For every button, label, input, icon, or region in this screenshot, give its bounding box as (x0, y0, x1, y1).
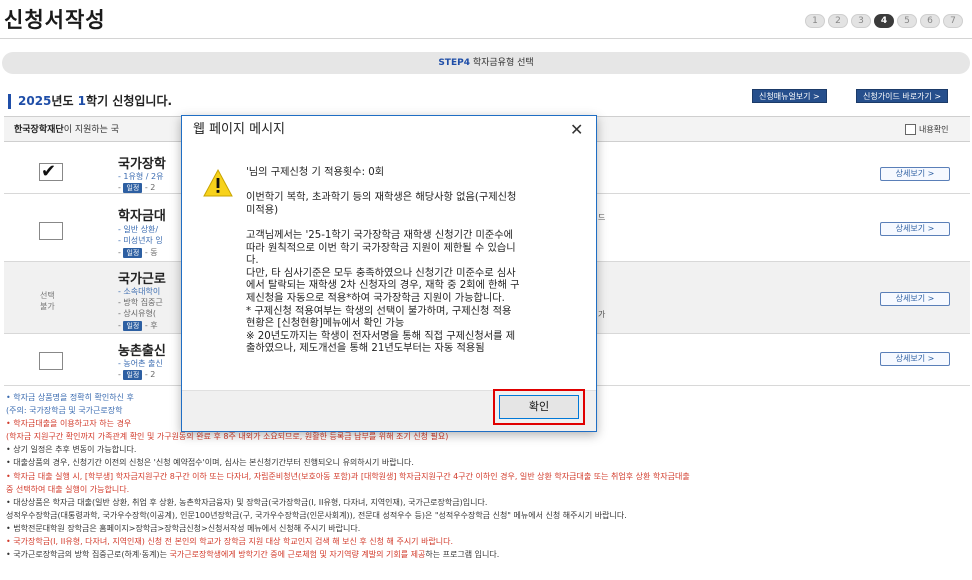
step-label: STEP4 (438, 58, 470, 68)
product-checkbox[interactable] (39, 222, 63, 240)
notice-text: 이 지원하는 국 (63, 125, 120, 135)
note-item: • 대출상품의 경우, 신청기간 이전의 신청은 '신청 예약접수'이며, 심사… (6, 458, 414, 468)
checkmark-icon: ✔ (41, 161, 57, 182)
product-desc: - 1유형 / 2유 (118, 172, 164, 181)
detail-button[interactable]: 상세보기 > (880, 222, 950, 236)
note-item: • 대상상품은 학자금 대출(일반 상환, 취업 후 상환, 농촌학자금융자) … (6, 497, 488, 507)
product-schedule: - 일정 - 동 (118, 248, 158, 258)
step-3: 3 (851, 14, 871, 28)
product-checkbox[interactable] (39, 352, 63, 370)
product-desc: - 상시유형( (118, 309, 156, 318)
note-item: 중 선택하여 대출 실행이 가능합니다. (6, 484, 130, 494)
page-title: 신청서작성 (4, 8, 106, 32)
note-item: • 학자금 대출 실행 시, [학부생] 학자금지원구간 8구간 이하 또는 다… (6, 471, 690, 481)
not-selectable-text: 선택 (40, 291, 55, 300)
warning-icon (203, 168, 233, 197)
step-4: 4 (874, 14, 894, 28)
note-item: • 국가장학금(I, II유형, 다자녀, 지역인재) 신청 전 본인의 학교가… (6, 537, 454, 547)
product-desc: - 2 (144, 370, 156, 379)
semester-heading: 2025년도 1학기 신청입니다. (8, 94, 172, 109)
guide-button[interactable]: 신청가이드 바로가기 > (856, 89, 949, 103)
product-schedule: - 일정 - 2 (118, 370, 156, 380)
note-text: 하는 프로그램 입니다. (425, 550, 500, 560)
product-title: 농촌출신 (118, 344, 166, 359)
schedule-tag: 일정 (123, 321, 143, 331)
confirm-read-checkbox[interactable]: 내용확인 (905, 124, 948, 135)
product-desc: - 방학 집중근 (118, 298, 163, 307)
product-desc: - 농어촌 출신 (118, 359, 163, 368)
product-desc: - 소속대학이 (118, 287, 161, 296)
step-bar: STEP4 학자금유형 선택 (2, 52, 970, 74)
ok-button[interactable]: 확인 (499, 395, 579, 419)
note-item: (학자금 지원구간 확인까지 가족관계 확인 및 가구원동의 완료 후 8주 내… (6, 432, 449, 442)
detail-button[interactable]: 상세보기 > (880, 292, 950, 306)
note-item: • 법학전문대학원 장학금은 홈페이지>장학금>장학금신청>신청서작성 메뉴에서… (6, 523, 361, 533)
checkbox-icon[interactable] (905, 124, 916, 135)
product-schedule: - 일정 - 후 (118, 321, 158, 331)
not-selectable-label: 선택불가 (40, 290, 55, 312)
step-7: 7 (943, 14, 963, 28)
schedule-tag: 일정 (123, 183, 143, 193)
close-icon[interactable]: ✕ (570, 120, 583, 140)
schedule-tag: 일정 (123, 370, 143, 380)
semester-term: 1 (77, 94, 87, 108)
step-bar-text: 학자금유형 선택 (469, 58, 534, 68)
note-text: • 국가근로장학금의 방학 집중근로(하계·동계)는 (6, 550, 170, 560)
notice-org: 한국장학재단 (14, 125, 64, 135)
product-schedule: - 일정 - 2 (118, 183, 156, 193)
dialog-message: '님의 구제신청 기 적용횟수: 0회 이번학기 복학, 초과학기 등의 재학생… (246, 167, 520, 355)
manual-button[interactable]: 신청매뉴얼보기 > (752, 89, 827, 103)
schedule-tag: 일정 (123, 248, 143, 258)
note-item: • 상기 일정은 추후 변동이 가능합니다. (6, 445, 137, 455)
product-desc: - 일반 상환/ (118, 225, 159, 234)
product-title: 국가장학 (118, 157, 166, 172)
detail-button[interactable]: 상세보기 > (880, 167, 950, 181)
not-selectable-text: 불가 (40, 302, 55, 311)
step-5: 5 (897, 14, 917, 28)
product-desc: - 2 (144, 183, 156, 192)
note-highlight: 국가근로장학생에게 방학기간 중에 근로체험 및 자기역량 계발의 기회를 제공 (169, 550, 426, 560)
product-title: 국가근로 (118, 272, 166, 287)
step-indicator: 1234567 (805, 14, 963, 28)
step-1: 1 (805, 14, 825, 28)
step-2: 2 (828, 14, 848, 28)
hidden-text-fragment: 드 (598, 213, 606, 222)
semester-rest: 학기 신청입니다. (86, 94, 173, 108)
detail-button[interactable]: 상세보기 > (880, 352, 950, 366)
product-desc: - 미성년자 잉 (118, 236, 163, 245)
product-title: 학자금대 (118, 209, 166, 224)
message-dialog: 웹 페이지 메시지 ✕ '님의 구제신청 기 적용횟수: 0회 이번학기 복학,… (181, 115, 597, 432)
semester-year: 2025 (18, 94, 52, 108)
product-desc: - 동 (144, 248, 158, 257)
header-divider (0, 38, 972, 39)
product-desc: - 후 (144, 321, 158, 330)
confirm-read-label: 내용확인 (919, 125, 949, 134)
dialog-title: 웹 페이지 메시지 (182, 116, 596, 144)
note-item: 성적우수장학금(대통령과학, 국가우수장학(이공계), 인문100년장학금(구,… (6, 510, 627, 520)
step-6: 6 (920, 14, 940, 28)
hidden-text-fragment: 가 (598, 310, 606, 319)
note-item: • 국가근로장학금의 방학 집중근로(하계·동계)는 국가근로장학생에게 방학기… (6, 548, 972, 561)
semester-suffix: 년도 (51, 94, 78, 108)
